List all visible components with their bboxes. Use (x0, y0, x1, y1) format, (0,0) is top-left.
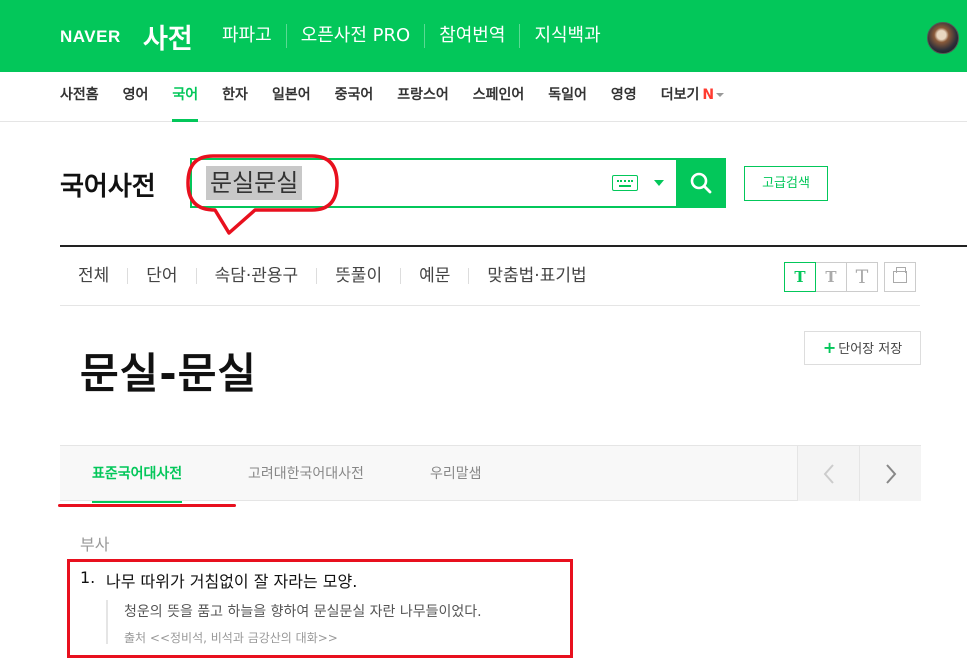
category-spelling[interactable]: 맞춤법·표기법 (468, 268, 604, 285)
dictionary-logo[interactable]: 사전 (143, 17, 193, 56)
next-source-button[interactable] (859, 446, 921, 501)
lang-tab-hanja[interactable]: 한자 (222, 72, 248, 122)
source-tab-urimalsaem[interactable]: 우리말샘 (430, 446, 482, 502)
advanced-search-button[interactable]: 고급검색 (744, 166, 828, 201)
lang-tab-german[interactable]: 독일어 (548, 72, 587, 122)
part-of-speech: 부사 (80, 535, 110, 554)
chevron-down-icon (716, 93, 725, 97)
lang-tab-english-english[interactable]: 영영 (611, 72, 637, 122)
lang-tab-japanese[interactable]: 일본어 (272, 72, 311, 122)
new-badge: N (702, 87, 715, 103)
section-divider (60, 245, 967, 247)
print-icon (893, 267, 907, 283)
source-tab-standard[interactable]: 표준국어대사전 (92, 446, 183, 503)
lang-tab-chinese[interactable]: 중국어 (335, 72, 374, 122)
keyboard-icon[interactable] (612, 175, 638, 191)
example-sentence: 청운의 뜻을 품고 하늘을 향하여 문실문실 자란 나무들이었다. (124, 604, 482, 620)
nav-open-dictionary-pro[interactable]: 오픈사전 PRO (285, 24, 425, 48)
source-tab-korea-univ[interactable]: 고려대한국어대사전 (248, 446, 364, 502)
naver-logo[interactable]: NAVER (60, 27, 121, 47)
category-word[interactable]: 단어 (127, 268, 195, 285)
font-size-controls: T T T (784, 262, 916, 292)
lang-tab-french[interactable]: 프랑스어 (397, 72, 449, 122)
search-icon (690, 172, 712, 194)
nav-papago[interactable]: 파파고 (208, 24, 286, 48)
definition-text: 나무 따위가 거침없이 잘 자라는 모양. (106, 572, 358, 591)
search-button[interactable] (676, 158, 726, 208)
language-nav: 사전홈 영어 국어 한자 일본어 중국어 프랑스어 스페인어 독일어 영영 더보… (0, 72, 967, 122)
prev-source-button[interactable] (797, 446, 859, 501)
category-divider (60, 305, 920, 306)
lang-tab-home[interactable]: 사전홈 (60, 72, 99, 122)
lang-tab-more[interactable]: 더보기 N (660, 72, 725, 122)
lang-tab-spanish[interactable]: 스페인어 (473, 72, 525, 122)
dictionary-source-tabs: 표준국어대사전 고려대한국어대사전 우리말샘 (60, 445, 921, 503)
font-size-small-button[interactable]: T (784, 262, 816, 292)
dictionary-title: 국어사전 (60, 172, 156, 202)
chevron-left-icon (823, 464, 834, 484)
font-size-medium-button[interactable]: T (815, 262, 847, 292)
print-button[interactable] (884, 262, 916, 292)
annotation-underline (58, 504, 236, 507)
category-proverb-idiom[interactable]: 속담·관용구 (195, 268, 317, 285)
lang-tab-korean[interactable]: 국어 (172, 72, 198, 122)
nav-participatory-translation[interactable]: 참여번역 (424, 24, 519, 48)
definition-number: 1. (80, 568, 96, 587)
save-label: 단어장 저장 (838, 342, 903, 357)
font-size-large-button[interactable]: T (846, 262, 878, 292)
more-label: 더보기 (660, 87, 700, 103)
category-example[interactable]: 예문 (400, 268, 468, 285)
chevron-down-icon[interactable] (654, 180, 664, 186)
entry-title: 문실-문실 (80, 349, 257, 398)
plus-icon: + (822, 338, 837, 357)
top-header: NAVER 사전 파파고 오픈사전 PRO 참여번역 지식백과 (0, 0, 967, 72)
user-avatar[interactable] (927, 22, 959, 54)
save-to-wordbook-button[interactable]: + 단어장 저장 (804, 331, 921, 365)
example-source: 출처 <<정비석, 비석과 금강산의 대화>> (124, 631, 338, 645)
lang-tab-english[interactable]: 영어 (123, 72, 149, 122)
example-quote-bar (106, 600, 108, 644)
category-tabs: 전체 단어 속담·관용구 뜻풀이 예문 맞춤법·표기법 (60, 258, 605, 294)
top-nav: 파파고 오픈사전 PRO 참여번역 지식백과 (208, 24, 615, 48)
nav-knowledge-encyclopedia[interactable]: 지식백과 (519, 24, 614, 48)
category-meaning[interactable]: 뜻풀이 (316, 268, 400, 285)
chevron-right-icon (886, 464, 897, 484)
annotation-callout (186, 154, 339, 235)
category-all[interactable]: 전체 (60, 268, 127, 285)
